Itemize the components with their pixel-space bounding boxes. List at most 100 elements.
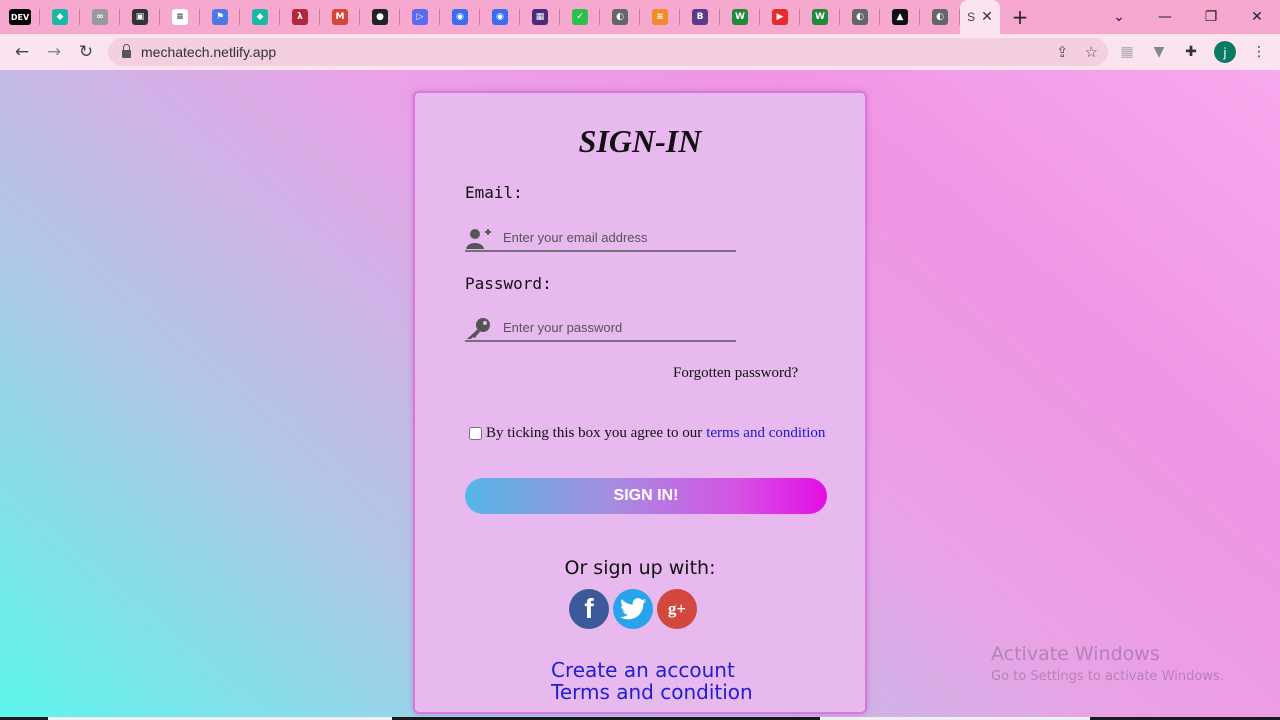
footer-links: Create an account Terms and condition — [551, 659, 753, 703]
play-icon: ▷ — [412, 9, 428, 25]
profile-avatar[interactable]: j — [1214, 41, 1236, 63]
share-icon[interactable]: ⇪ — [1056, 43, 1069, 61]
page-title: SIGN-IN — [578, 123, 702, 159]
signin-button[interactable]: SIGN IN! — [465, 478, 827, 514]
signin-card: SIGN-IN Email: Password: Forgotten passw… — [413, 91, 867, 714]
browser-tab[interactable]: ▶ — [760, 0, 800, 34]
extensions-puzzle-icon[interactable]: ✚ — [1182, 43, 1200, 61]
camera-icon: ▣ — [132, 9, 148, 25]
terms-checkbox[interactable] — [469, 427, 482, 440]
browser-tab[interactable]: ◆ — [240, 0, 280, 34]
browser-tab[interactable]: ▣ — [120, 0, 160, 34]
browser-tab[interactable]: λ — [280, 0, 320, 34]
menu-icon[interactable]: ⋮ — [1250, 43, 1268, 61]
page-viewport: SIGN-IN Email: Password: Forgotten passw… — [0, 70, 1280, 720]
browser-tab[interactable]: DEV — [0, 0, 40, 34]
browser-tab[interactable]: W — [800, 0, 840, 34]
lock-icon — [122, 44, 131, 58]
user-icon — [466, 229, 491, 249]
terms-condition-link[interactable]: Terms and condition — [551, 681, 753, 703]
browser-tab[interactable]: ▷ — [400, 0, 440, 34]
terms-agreement: By ticking this box you agree to our ter… — [469, 425, 825, 442]
browser-toolbar: ← → ↻ mechatech.netlify.app ⇪ ☆ ▦ ▼ ✚ j … — [0, 34, 1280, 70]
figure-icon: λ — [292, 9, 308, 25]
forward-button[interactable]: → — [38, 42, 70, 62]
colorful-icon: ▦ — [532, 9, 548, 25]
browser-tab[interactable]: ⚑ — [200, 0, 240, 34]
minimize-button[interactable]: — — [1142, 9, 1188, 25]
tab-active[interactable]: S ✕ — [960, 0, 1000, 34]
triangle-icon: ▲ — [892, 9, 908, 25]
gmail-icon: M — [332, 9, 348, 25]
browser-tab[interactable]: ✓ — [560, 0, 600, 34]
dev-icon: DEV — [9, 9, 31, 25]
url-text: mechatech.netlify.app — [141, 44, 277, 60]
browser-tab[interactable]: ≋ — [640, 0, 680, 34]
browser-tab[interactable]: ◉ — [440, 0, 480, 34]
browser-tab[interactable]: B — [680, 0, 720, 34]
github-icon: ● — [372, 9, 388, 25]
google-plus-icon[interactable]: g+ — [657, 589, 697, 629]
new-tab-button[interactable]: + — [1000, 0, 1040, 34]
key-icon — [467, 318, 490, 339]
forgot-password-link[interactable]: Forgotten password? — [673, 365, 798, 382]
youtube-icon: ▶ — [772, 9, 788, 25]
terms-link[interactable]: terms and condition — [706, 425, 825, 442]
tab-search-icon[interactable]: ⌄ — [1096, 9, 1142, 25]
tab-strip: DEV ◆ ∞ ▣ ≡ ⚑ ◆ λ M ● ▷ ◉ ◉ ▦ ✓ ◐ ≋ B W ▶ W ◐ ▲ ◐ S ✕ + ⌄ — ❐ ✕ — [0, 0, 1280, 34]
globe-icon: ◐ — [852, 9, 868, 25]
create-account-link[interactable]: Create an account — [551, 659, 753, 681]
back-button[interactable]: ← — [6, 42, 38, 62]
facebook-icon[interactable]: f — [569, 589, 609, 629]
extension-grid-icon[interactable]: ▦ — [1118, 43, 1136, 61]
bookmark-star-icon[interactable]: ☆ — [1085, 43, 1098, 61]
window-controls: ⌄ — ❐ ✕ — [1096, 0, 1280, 34]
browser-tab[interactable]: ≡ — [160, 0, 200, 34]
w-icon: W — [732, 9, 748, 25]
browser-tab[interactable]: ▲ — [880, 0, 920, 34]
infinity-icon: ∞ — [92, 9, 108, 25]
flag-icon: ⚑ — [212, 9, 228, 25]
b-icon: B — [692, 9, 708, 25]
w-icon: W — [812, 9, 828, 25]
stack-icon: ≋ — [652, 9, 668, 25]
password-input[interactable] — [503, 319, 723, 335]
restore-button[interactable]: ❐ — [1188, 9, 1234, 25]
globe-icon: ◐ — [612, 9, 628, 25]
tab-list: DEV ◆ ∞ ▣ ≡ ⚑ ◆ λ M ● ▷ ◉ ◉ ▦ ✓ ◐ ≋ B W ▶ W ◐ ▲ ◐ — [0, 0, 960, 34]
reload-button[interactable]: ↻ — [70, 42, 102, 62]
browser-tab[interactable]: ◉ — [480, 0, 520, 34]
browser-tab[interactable]: ▦ — [520, 0, 560, 34]
email-label: Email: — [465, 183, 523, 202]
diamond-icon: ◆ — [252, 9, 268, 25]
circle-icon: ◉ — [492, 9, 508, 25]
browser-tab[interactable]: W — [720, 0, 760, 34]
browser-tab[interactable]: ● — [360, 0, 400, 34]
extensions-area: ▦ ▼ ✚ j ⋮ — [1118, 34, 1268, 70]
browser-tab[interactable]: ◆ — [40, 0, 80, 34]
browser-tab[interactable]: M — [320, 0, 360, 34]
diamond-icon: ◆ — [52, 9, 68, 25]
agree-text: By ticking this box you agree to our — [486, 425, 703, 441]
close-icon[interactable]: ✕ — [981, 9, 993, 25]
twitter-icon[interactable] — [613, 589, 653, 629]
email-field-wrapper — [465, 224, 736, 252]
circle-icon: ◉ — [452, 9, 468, 25]
watermark-title: Activate Windows — [991, 643, 1160, 665]
password-label: Password: — [465, 274, 552, 293]
active-tab-title: S — [967, 10, 976, 24]
close-window-button[interactable]: ✕ — [1234, 9, 1280, 25]
extension-v-icon[interactable]: ▼ — [1150, 43, 1168, 61]
browser-tab[interactable]: ◐ — [840, 0, 880, 34]
browser-tab[interactable]: ◐ — [920, 0, 960, 34]
address-bar[interactable]: mechatech.netlify.app ⇪ ☆ — [108, 38, 1108, 66]
social-buttons: f g+ — [569, 589, 697, 629]
browser-tab[interactable]: ∞ — [80, 0, 120, 34]
windows-activation-watermark: Activate Windows Go to Settings to activ… — [991, 643, 1224, 684]
globe-icon: ◐ — [932, 9, 948, 25]
email-input[interactable] — [503, 229, 723, 245]
check-icon: ✓ — [572, 9, 588, 25]
browser-tab[interactable]: ◐ — [600, 0, 640, 34]
or-sign-up-heading: Or sign up with: — [564, 557, 716, 579]
watermark-subtitle: Go to Settings to activate Windows. — [991, 669, 1224, 684]
